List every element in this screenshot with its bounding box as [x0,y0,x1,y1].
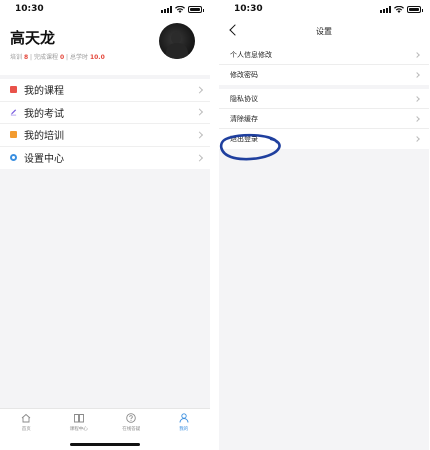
home-icon [21,413,31,423]
battery-icon [188,6,204,13]
menu-item-label: 设置中心 [24,154,64,166]
cellular-signal-icon [161,6,172,13]
settings-item-label: 隐私协议 [230,94,258,103]
tab-home[interactable]: 首页 [0,409,53,450]
learning-stats: 培训 8 | 完成课程 0 | 总学时 10.0 [10,52,105,61]
stat-separator: | [66,54,69,61]
settings-item-edit-profile[interactable]: 个人信息修改 [219,45,429,65]
question-icon [126,413,137,423]
menu-item-my-exams[interactable]: 我的考试 [0,102,210,124]
stat-value: 0 [59,54,65,61]
wifi-icon [175,6,185,13]
wifi-icon [394,6,404,13]
settings-item-label: 个人信息修改 [230,50,272,59]
chevron-right-icon [195,154,204,162]
battery-icon [407,6,423,13]
stat-separator: | [30,54,33,61]
settings-group-account: 个人信息修改 修改密码 [219,45,429,85]
user-icon [179,413,189,423]
stat-value: 10.0 [89,54,105,61]
status-bar: 10:30 [219,0,429,18]
profile-header: 高天龙 培训 8 | 完成课程 0 | 总学时 10.0 [0,18,210,75]
menu-item-my-training[interactable]: 我的培训 [0,124,210,147]
profile-screen: 10:30 高天龙 培训 8 | 完成课程 0 | 总学时 10.0 我的课程 [0,0,210,450]
settings-item-privacy-policy[interactable]: 隐私协议 [219,89,429,109]
course-icon [10,86,17,94]
cellular-signal-icon [380,6,391,13]
stat-label: 培训 [10,54,23,61]
chevron-right-icon [414,95,420,102]
settings-item-label: 退出登录 [230,135,258,143]
tab-label: 课程中心 [69,427,88,432]
settings-icon [10,154,17,162]
stat-label: 总学时 [70,54,89,61]
profile-menu: 我的课程 我的考试 我的培训 设置中心 [0,79,210,169]
tab-label: 首页 [21,427,31,432]
stat-label: 完成课程 [34,54,59,61]
status-time: 10:30 [15,4,44,14]
settings-item-clear-cache[interactable]: 清除缓存 [219,109,429,129]
chevron-right-icon [414,136,420,142]
chevron-right-icon [195,131,204,139]
stat-value: 8 [23,54,29,61]
home-indicator[interactable] [70,443,140,446]
menu-item-my-courses[interactable]: 我的课程 [0,79,210,102]
tab-label: 我的 [179,427,189,432]
bottom-tab-bar: 首页 课程中心 在线答疑 我的 [0,408,210,450]
training-icon [10,131,17,139]
chevron-right-icon [195,108,204,116]
tab-label: 在线答疑 [122,427,141,432]
settings-item-change-password[interactable]: 修改密码 [219,65,429,85]
chevron-right-icon [414,72,420,78]
settings-screen: 10:30 设置 个人信息修改 修改密码 隐私协议 清除缓存 退出登录 [219,0,429,450]
tab-mine[interactable]: 我的 [158,409,211,450]
menu-item-settings-center[interactable]: 设置中心 [0,147,210,170]
status-bar: 10:30 [0,0,210,18]
settings-item-logout[interactable]: 退出登录 [219,129,429,149]
book-icon [73,414,84,423]
settings-item-label: 清除缓存 [230,114,258,123]
settings-item-label: 修改密码 [230,71,258,79]
chevron-right-icon [414,115,420,122]
status-time: 10:30 [234,4,263,14]
menu-item-label: 我的培训 [24,131,64,143]
chevron-right-icon [414,51,420,58]
settings-group-general: 隐私协议 清除缓存 退出登录 [219,89,429,149]
avatar[interactable] [159,23,195,59]
page-title: 设置 [316,27,332,36]
exam-icon [10,109,17,116]
navigation-bar: 设置 [219,18,429,45]
menu-item-label: 我的课程 [24,86,64,98]
menu-item-label: 我的考试 [24,108,64,120]
user-name: 高天龙 [10,29,56,47]
chevron-right-icon [195,86,204,94]
